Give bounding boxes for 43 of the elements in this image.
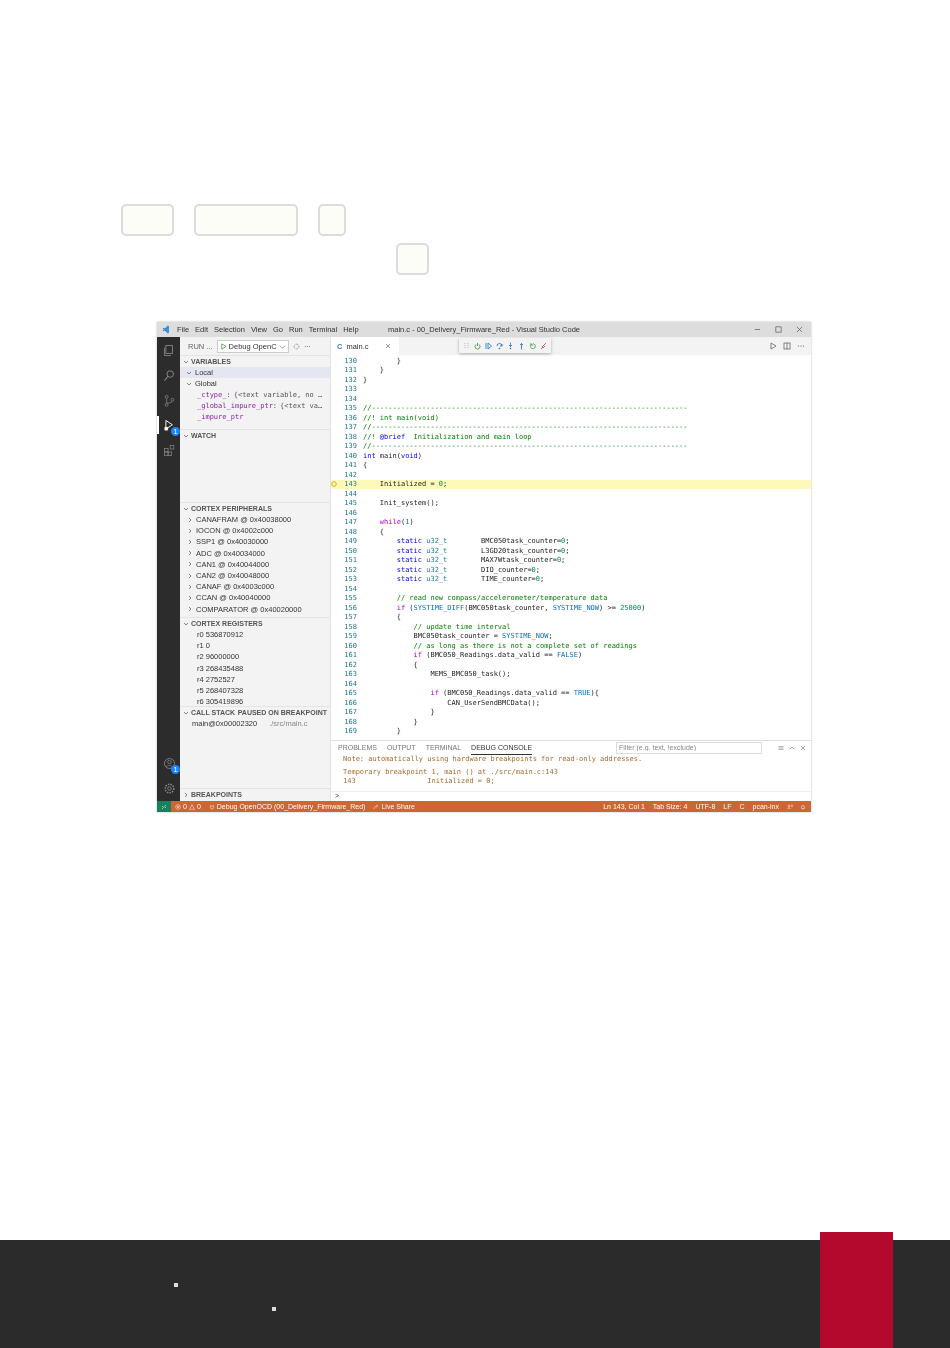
continue-icon[interactable]: [485, 341, 492, 350]
chevron-icon: [278, 342, 286, 350]
branch-icon: [163, 393, 176, 407]
pointer-ring-icon: [331, 481, 337, 488]
step-over-icon[interactable]: [496, 341, 503, 350]
blank-box: [318, 204, 346, 236]
bullet-mark: [272, 1307, 276, 1311]
bullet-mark: [174, 1283, 178, 1287]
blank-box: [121, 204, 174, 236]
search-icon: [163, 368, 176, 382]
close-icon[interactable]: [800, 744, 806, 751]
blank-box: [396, 243, 429, 275]
remote-button[interactable]: [157, 801, 171, 812]
grip-icon[interactable]: [463, 341, 470, 350]
step-out-icon[interactable]: [518, 341, 525, 350]
step-into-icon[interactable]: [507, 341, 514, 350]
settings-icon[interactable]: [292, 342, 300, 350]
maximize-icon[interactable]: [775, 326, 782, 333]
close-icon[interactable]: [384, 343, 391, 349]
restart-icon[interactable]: [529, 341, 536, 350]
account-icon: [163, 756, 176, 770]
play-icon[interactable]: [769, 342, 777, 350]
list-icon[interactable]: [778, 744, 784, 751]
minimize-icon[interactable]: [754, 326, 761, 333]
chevron-up-icon[interactable]: [789, 744, 795, 751]
power-icon[interactable]: [474, 341, 481, 350]
feedback-icon[interactable]: [787, 803, 793, 810]
split-icon[interactable]: [783, 342, 791, 350]
share-icon: [373, 803, 380, 810]
error-icon: [175, 803, 181, 810]
warning-icon: [188, 803, 195, 810]
play-icon: [219, 342, 227, 350]
logo-icon: [162, 325, 171, 334]
more-icon[interactable]: [797, 342, 805, 350]
disconnect-icon[interactable]: [540, 341, 547, 350]
bell-icon[interactable]: [800, 803, 806, 810]
play-bug-icon: [163, 418, 176, 432]
debug-icon: [208, 803, 215, 810]
remote-icon: [161, 803, 167, 810]
blocks-icon: [163, 443, 176, 457]
close-icon[interactable]: [796, 326, 803, 333]
files-icon: [163, 343, 176, 357]
settings-icon: [163, 781, 176, 795]
